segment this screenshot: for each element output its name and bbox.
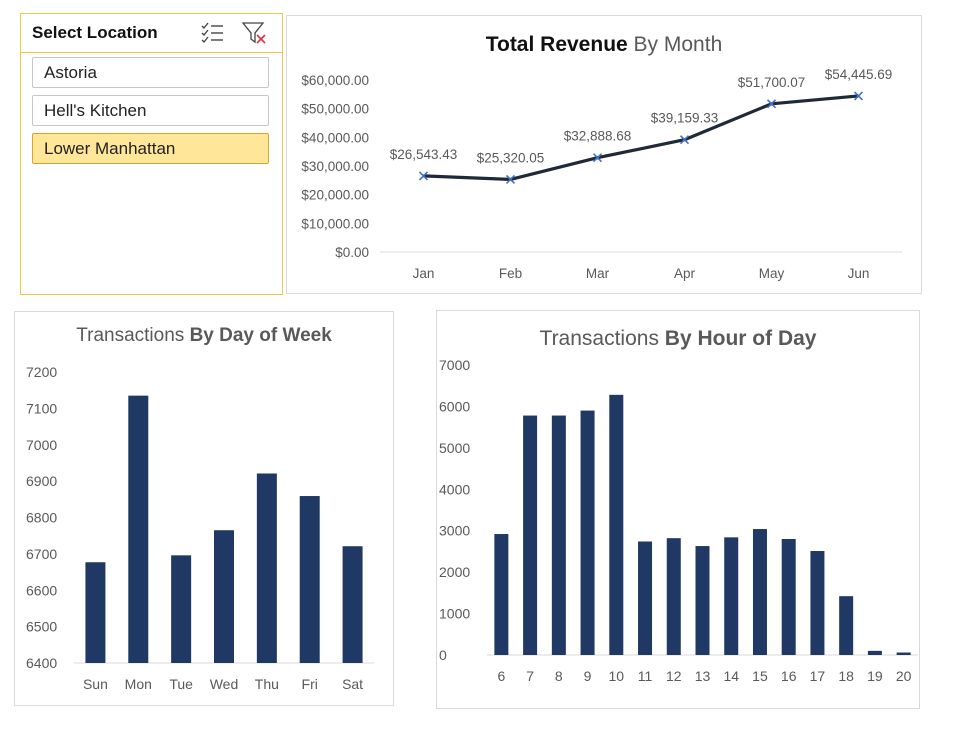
bar [867, 650, 882, 655]
x-tick-label: Sun [83, 676, 108, 692]
slicer-item-label: Hell's Kitchen [44, 101, 147, 120]
hour-of-day-plot: 0 1000 2000 3000 4000 5000 6000 7000 6 7 8 9 10 11 12 1… [439, 357, 918, 684]
x-tick-label: 20 [896, 668, 912, 684]
x-tick-label: 13 [695, 668, 711, 684]
x-tick-label: 17 [810, 668, 826, 684]
bar [523, 415, 538, 655]
data-label: $25,320.05 [477, 150, 545, 165]
x-tick-label: Thu [255, 676, 279, 692]
bar [666, 538, 681, 655]
data-label: $32,888.68 [564, 129, 632, 144]
y-tick-label: 0 [439, 647, 447, 663]
bar [896, 652, 911, 655]
slicer-item-label: Astoria [44, 63, 97, 82]
location-slicer: Select Location Astoria Hell's Kitchen L… [20, 13, 283, 295]
transactions-by-hour-chart: Transactions By Hour of Day 0 1000 2000 300… [436, 310, 920, 709]
bar [752, 529, 767, 655]
day-of-week-plot: 6400 6500 6600 6700 6800 6900 7000 7100 7200 Sun M… [26, 364, 374, 692]
y-tick-label: 3000 [439, 523, 470, 539]
revenue-series-line [423, 94, 859, 182]
x-tick-label: 16 [781, 668, 797, 684]
y-tick-label: $20,000.00 [301, 188, 369, 203]
bar [810, 551, 825, 655]
bar [695, 546, 710, 655]
slicer-item-hells-kitchen[interactable]: Hell's Kitchen [32, 95, 269, 126]
x-tick-label: 19 [867, 668, 883, 684]
x-tick-label: 8 [555, 668, 563, 684]
x-tick-label: Jun [848, 266, 870, 281]
x-tick-label: Mar [586, 266, 610, 281]
data-label: $51,700.07 [738, 75, 806, 90]
y-tick-label: 7000 [26, 437, 57, 453]
y-tick-label: 6500 [26, 619, 57, 635]
y-tick-label: 6000 [439, 398, 470, 414]
revenue-by-month-chart: Total Revenue By Month $0.00 $10,000.00 $2… [286, 15, 922, 294]
y-tick-label: 6400 [26, 655, 57, 671]
x-tick-label: Fri [302, 676, 318, 692]
slicer-item-label: Lower Manhattan [44, 139, 176, 158]
bar [256, 473, 277, 663]
clear-filter-icon[interactable] [241, 20, 267, 46]
bar [638, 541, 653, 655]
multi-select-icon[interactable] [199, 20, 225, 46]
x-tick-label: May [759, 266, 785, 281]
y-tick-label: 7000 [439, 357, 470, 373]
data-label: $39,159.33 [651, 111, 719, 126]
bar [85, 562, 106, 663]
y-tick-label: 6900 [26, 473, 57, 489]
bar [551, 415, 566, 655]
bar [342, 546, 363, 663]
x-tick-label: 9 [584, 668, 592, 684]
y-tick-label: 6600 [26, 582, 57, 598]
x-tick-label: 12 [666, 668, 682, 684]
x-tick-label: Tue [169, 676, 193, 692]
y-tick-label: $10,000.00 [301, 216, 369, 231]
x-tick-label: Apr [674, 266, 696, 281]
x-tick-label: 6 [497, 668, 505, 684]
x-tick-label: 10 [609, 668, 625, 684]
y-tick-label: $30,000.00 [301, 159, 369, 174]
x-tick-label: 15 [752, 668, 768, 684]
bar [299, 496, 320, 663]
bar [128, 395, 149, 663]
bar [494, 534, 509, 655]
data-label: $26,543.43 [390, 147, 458, 162]
y-tick-label: 2000 [439, 564, 470, 580]
x-tick-label: 18 [838, 668, 854, 684]
bar [781, 539, 796, 655]
y-tick-label: $40,000.00 [301, 130, 369, 145]
bar [171, 555, 192, 663]
x-tick-label: Sat [342, 676, 363, 692]
bar [609, 394, 624, 655]
x-tick-label: 7 [526, 668, 534, 684]
y-tick-label: 5000 [439, 440, 470, 456]
slicer-item-astoria[interactable]: Astoria [32, 57, 269, 88]
x-tick-label: Wed [210, 676, 239, 692]
bar [724, 537, 739, 655]
y-tick-label: 6700 [26, 546, 57, 562]
y-tick-label: $50,000.00 [301, 102, 369, 117]
revenue-plot: $0.00 $10,000.00 $20,000.00 $30,000.00 $40,0… [301, 67, 902, 281]
y-tick-label: 4000 [439, 481, 470, 497]
x-tick-label: Feb [499, 266, 522, 281]
y-tick-label: $60,000.00 [301, 73, 369, 88]
bar [839, 596, 854, 655]
x-tick-label: Mon [125, 676, 152, 692]
slicer-title: Select Location [32, 23, 158, 42]
y-tick-label: 7100 [26, 400, 57, 416]
slicer-header: Select Location [21, 14, 282, 53]
x-tick-label: Jan [413, 266, 435, 281]
data-label: $54,445.69 [825, 67, 893, 82]
x-tick-label: 11 [638, 668, 653, 684]
x-tick-label: 14 [723, 668, 739, 684]
y-tick-label: 1000 [439, 606, 470, 622]
bar [214, 530, 234, 663]
y-tick-label: 7200 [26, 364, 57, 380]
y-tick-label: 6800 [26, 510, 57, 526]
transactions-by-day-chart: Transactions By Day of Week 6400 6500 6600… [14, 311, 394, 706]
slicer-item-lower-manhattan[interactable]: Lower Manhattan [32, 133, 269, 164]
bar [580, 410, 595, 655]
y-tick-label: $0.00 [335, 245, 369, 260]
